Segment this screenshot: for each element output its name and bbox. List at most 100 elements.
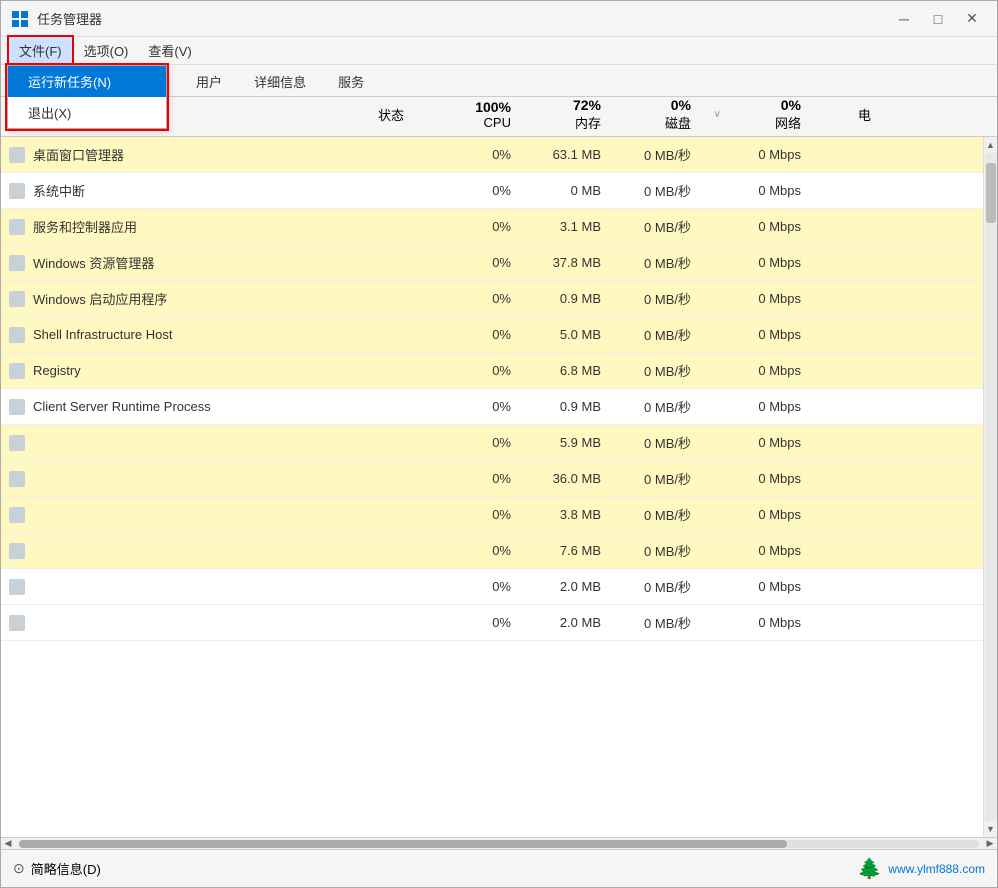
cell-cpu-12: 0% [431, 579, 521, 594]
table-row[interactable]: Client Server Runtime Process 0% 0.9 MB … [1, 389, 983, 425]
cell-disk-3: 0 MB/秒 [611, 253, 701, 272]
cell-memory-2: 3.1 MB [521, 219, 611, 234]
status-label: 简略信息(D) [31, 859, 101, 878]
process-icon-10 [9, 507, 25, 523]
table-row[interactable]: 0% 2.0 MB 0 MB/秒 0 Mbps [1, 569, 983, 605]
table-row[interactable]: Windows 资源管理器 0% 37.8 MB 0 MB/秒 0 Mbps [1, 245, 983, 281]
cell-cpu-13: 0% [431, 615, 521, 630]
cell-network-7: 0 Mbps [721, 399, 811, 414]
process-icon-11 [9, 543, 25, 559]
cell-name-13 [1, 615, 351, 631]
task-manager-window: 任务管理器 ─ □ ✕ 文件(F) 选项(O) 查看(V) 运行新任务(N) 退… [0, 0, 998, 888]
cell-cpu-0: 0% [431, 147, 521, 162]
cell-cpu-6: 0% [431, 363, 521, 378]
table-row[interactable]: 0% 2.0 MB 0 MB/秒 0 Mbps [1, 605, 983, 641]
menu-view[interactable]: 查看(V) [138, 37, 201, 64]
table-row[interactable]: Shell Infrastructure Host 0% 5.0 MB 0 MB… [1, 317, 983, 353]
menu-exit[interactable]: 退出(X) [8, 97, 166, 128]
cell-cpu-3: 0% [431, 255, 521, 270]
cell-disk-1: 0 MB/秒 [611, 181, 701, 200]
tab-services[interactable]: 服务 [323, 67, 379, 95]
cell-disk-9: 0 MB/秒 [611, 469, 701, 488]
cell-memory-6: 6.8 MB [521, 363, 611, 378]
cell-disk-11: 0 MB/秒 [611, 541, 701, 560]
process-icon-6 [9, 363, 25, 379]
header-network[interactable]: 0% 网络 [721, 97, 811, 132]
table-row[interactable]: 0% 36.0 MB 0 MB/秒 0 Mbps [1, 461, 983, 497]
cell-disk-10: 0 MB/秒 [611, 505, 701, 524]
cell-network-10: 0 Mbps [721, 507, 811, 522]
status-bar: ⊙ 简略信息(D) 🌲 www.ylmf888.com [1, 849, 997, 887]
scroll-thumb[interactable] [986, 163, 996, 223]
title-controls: ─ □ ✕ [889, 8, 987, 30]
header-disk[interactable]: 0% 磁盘 [611, 97, 701, 132]
h-scroll-thumb[interactable] [19, 840, 787, 848]
cell-network-12: 0 Mbps [721, 579, 811, 594]
scroll-right-button[interactable]: ▶ [983, 838, 997, 849]
cell-disk-4: 0 MB/秒 [611, 289, 701, 308]
process-icon-2 [9, 219, 25, 235]
cell-memory-3: 37.8 MB [521, 255, 611, 270]
cell-cpu-1: 0% [431, 183, 521, 198]
cell-name-5: Shell Infrastructure Host [1, 327, 351, 343]
cell-network-6: 0 Mbps [721, 363, 811, 378]
table-row[interactable]: 服务和控制器应用 0% 3.1 MB 0 MB/秒 0 Mbps [1, 209, 983, 245]
table-row[interactable]: Windows 启动应用程序 0% 0.9 MB 0 MB/秒 0 Mbps [1, 281, 983, 317]
cell-memory-10: 3.8 MB [521, 507, 611, 522]
scroll-up-button[interactable]: ▲ [984, 137, 998, 153]
cell-disk-8: 0 MB/秒 [611, 433, 701, 452]
menu-file[interactable]: 文件(F) [7, 35, 74, 66]
header-status[interactable]: 状态 [351, 105, 431, 124]
vertical-scrollbar[interactable]: ▲ ▼ [983, 137, 997, 837]
cell-name-2: 服务和控制器应用 [1, 217, 351, 236]
menu-options[interactable]: 选项(O) [74, 37, 139, 64]
cell-network-13: 0 Mbps [721, 615, 811, 630]
cell-cpu-11: 0% [431, 543, 521, 558]
watermark-logo: 🌲 [857, 856, 882, 881]
cell-network-3: 0 Mbps [721, 255, 811, 270]
cell-memory-5: 5.0 MB [521, 327, 611, 342]
cell-cpu-2: 0% [431, 219, 521, 234]
process-icon-8 [9, 435, 25, 451]
cell-disk-12: 0 MB/秒 [611, 577, 701, 596]
header-cpu[interactable]: 100% CPU [431, 99, 521, 130]
cell-network-11: 0 Mbps [721, 543, 811, 558]
status-expand-button[interactable]: ⊙ [13, 860, 25, 877]
cell-memory-12: 2.0 MB [521, 579, 611, 594]
process-icon-13 [9, 615, 25, 631]
table-row[interactable]: 桌面窗口管理器 0% 63.1 MB 0 MB/秒 0 Mbps [1, 137, 983, 173]
header-power[interactable]: 电 [811, 105, 881, 124]
cell-name-3: Windows 资源管理器 [1, 253, 351, 272]
h-scroll-track [19, 840, 979, 848]
horizontal-scrollbar[interactable]: ◀ ▶ [1, 837, 997, 849]
cell-cpu-5: 0% [431, 327, 521, 342]
cell-cpu-10: 0% [431, 507, 521, 522]
tab-users[interactable]: 用户 [181, 67, 237, 95]
scroll-left-button[interactable]: ◀ [1, 838, 15, 849]
cell-name-7: Client Server Runtime Process [1, 399, 351, 415]
table-row[interactable]: 0% 3.8 MB 0 MB/秒 0 Mbps [1, 497, 983, 533]
cell-name-4: Windows 启动应用程序 [1, 289, 351, 308]
tab-details[interactable]: 详细信息 [239, 67, 321, 95]
window-title: 任务管理器 [37, 9, 102, 28]
header-memory[interactable]: 72% 内存 [521, 97, 611, 132]
watermark: 🌲 www.ylmf888.com [857, 856, 985, 881]
header-sort-indicator: ∨ [701, 109, 721, 120]
minimize-button[interactable]: ─ [889, 8, 919, 30]
scroll-down-button[interactable]: ▼ [984, 821, 998, 837]
table-row[interactable]: 系统中断 0% 0 MB 0 MB/秒 0 Mbps [1, 173, 983, 209]
table-row[interactable]: 0% 5.9 MB 0 MB/秒 0 Mbps [1, 425, 983, 461]
close-button[interactable]: ✕ [957, 8, 987, 30]
process-icon-7 [9, 399, 25, 415]
table-row[interactable]: 0% 7.6 MB 0 MB/秒 0 Mbps [1, 533, 983, 569]
menu-run-task[interactable]: 运行新任务(N) [8, 66, 166, 97]
title-bar: 任务管理器 ─ □ ✕ [1, 1, 997, 37]
cell-cpu-8: 0% [431, 435, 521, 450]
cell-network-5: 0 Mbps [721, 327, 811, 342]
maximize-button[interactable]: □ [923, 8, 953, 30]
cell-memory-9: 36.0 MB [521, 471, 611, 486]
cell-name-6: Registry [1, 363, 351, 379]
cell-network-8: 0 Mbps [721, 435, 811, 450]
cell-name-11 [1, 543, 351, 559]
table-row[interactable]: Registry 0% 6.8 MB 0 MB/秒 0 Mbps [1, 353, 983, 389]
